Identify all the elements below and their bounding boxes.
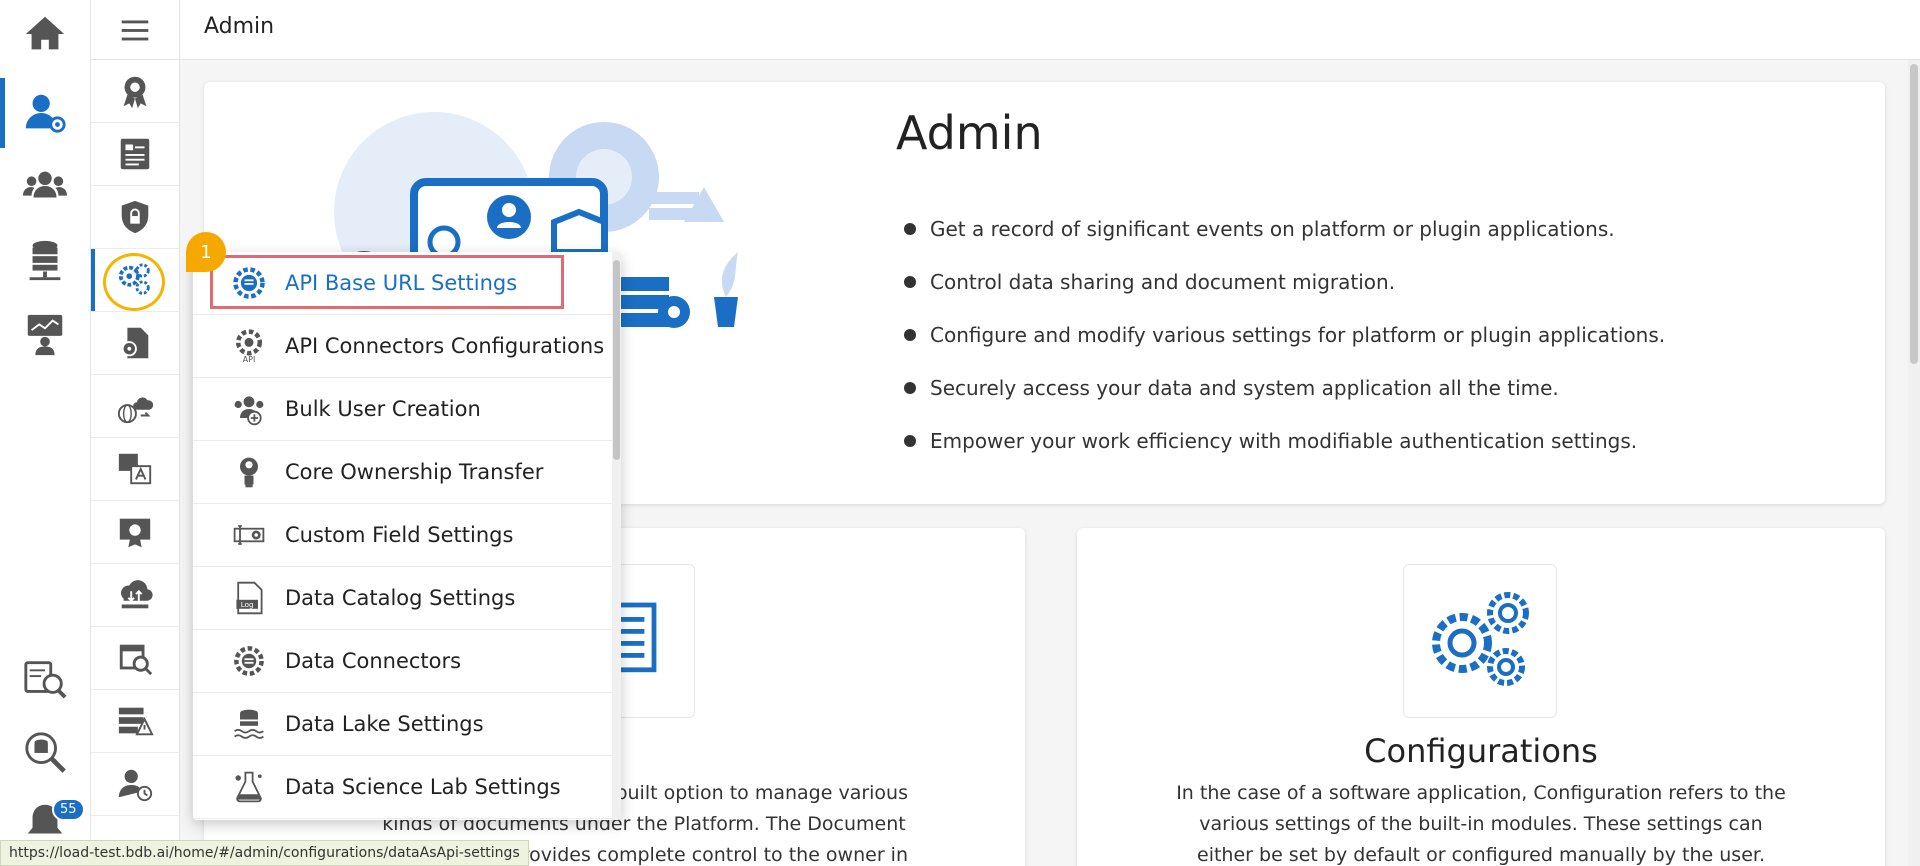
user-history-icon [118, 769, 153, 802]
certificate-icon [119, 518, 151, 548]
hero-title: Admin [896, 106, 1043, 160]
sub-nav-item-9[interactable] [91, 564, 179, 627]
menu-item-label: Data Catalog Settings [285, 586, 516, 610]
menu-item-label: Data Lake Settings [285, 712, 484, 736]
nav-db-search[interactable] [0, 720, 90, 784]
sub-nav-item-10[interactable] [91, 627, 179, 690]
menu-item-api-connectors-configurations[interactable]: API API Connectors Configurations [193, 315, 613, 378]
menu-item-data-science-lab-settings[interactable]: Data Science Lab Settings [193, 756, 613, 819]
menu-item-api-base-url-settings[interactable]: API Base URL Settings [193, 252, 613, 315]
main-scrollbar[interactable] [1908, 60, 1920, 866]
menu-item-data-connectors[interactable]: Data Connectors [193, 630, 613, 693]
db-search-icon [25, 732, 66, 773]
science-lab-icon [227, 765, 271, 809]
sub-nav-item-5[interactable] [91, 312, 179, 375]
hero-bullet: Empower your work efficiency with modifi… [904, 414, 1665, 467]
dropdown-scrollbar[interactable] [612, 252, 621, 820]
data-lake-icon [227, 702, 271, 746]
configurations-card-description: In the case of a software application, C… [1176, 782, 1786, 866]
sub-nav-item-configurations[interactable] [91, 249, 179, 312]
configurations-card[interactable]: Configurations In the case of a software… [1077, 528, 1885, 866]
ownership-icon [227, 450, 271, 494]
users-add-icon [227, 387, 271, 431]
status-url-bar: https://load-test.bdb.ai/home/#/admin/co… [0, 840, 529, 866]
step-marker: 1 [186, 232, 226, 272]
nav-admin[interactable] [0, 78, 90, 148]
hero-bullet: Control data sharing and document migrat… [904, 255, 1665, 308]
page-title: Admin [204, 14, 275, 39]
nav-data-search[interactable] [0, 646, 90, 710]
primary-nav-rail: 55 [0, 0, 90, 866]
configurations-dropdown-menu: API Base URL Settings API API Connectors… [193, 252, 621, 820]
database-icon [29, 240, 61, 281]
globe-cloud-icon [117, 397, 154, 424]
notification-count-badge: 55 [52, 798, 85, 821]
main-scrollbar-thumb[interactable] [1910, 64, 1918, 364]
nav-database[interactable] [0, 228, 90, 292]
api-gear-icon: API [227, 324, 271, 368]
nav-presentation[interactable] [0, 302, 90, 366]
hero-bullet: Get a record of significant events on pl… [904, 202, 1665, 255]
sub-nav-item-7[interactable] [91, 438, 179, 501]
menu-item-label: Core Ownership Transfer [285, 460, 544, 484]
sub-nav-item-6[interactable] [91, 375, 179, 438]
sub-nav-item-12[interactable] [91, 753, 179, 816]
hero-bullet: Securely access your data and system app… [904, 361, 1665, 414]
sub-nav-item-11[interactable] [91, 690, 179, 753]
menu-item-data-lake-settings[interactable]: Data Lake Settings [193, 693, 613, 756]
configurations-card-icon-box [1403, 564, 1557, 718]
presentation-icon [27, 314, 63, 356]
user-settings-icon [25, 94, 66, 133]
menu-item-bulk-user-creation[interactable]: Bulk User Creation [193, 378, 613, 441]
hamburger-menu-button[interactable] [91, 0, 179, 60]
svg-text:API: API [243, 354, 256, 364]
shield-lock-icon [121, 200, 149, 234]
users-group-icon [22, 171, 68, 198]
gear-db-icon [227, 639, 271, 683]
sub-nav-item-2[interactable] [91, 123, 179, 186]
custom-field-icon [227, 513, 271, 557]
menu-item-custom-field-settings[interactable]: Custom Field Settings [193, 504, 613, 567]
sub-nav-item-1[interactable] [91, 60, 179, 123]
hero-bullet-list: Get a record of significant events on pl… [904, 202, 1665, 467]
badge-gear-icon [123, 76, 147, 109]
calendar-search-icon [119, 644, 153, 676]
sub-nav-item-3[interactable] [91, 186, 179, 249]
menu-item-label: API Connectors Configurations [285, 334, 605, 358]
cloud-transfer-icon [120, 580, 153, 609]
admin-sub-nav [90, 0, 180, 866]
configurations-card-title: Configurations [1364, 732, 1598, 770]
invoice-icon [120, 138, 150, 170]
server-warning-icon [118, 707, 154, 736]
menu-item-label: Bulk User Creation [285, 397, 481, 421]
hamburger-icon [121, 20, 149, 40]
translate-icon [118, 453, 152, 485]
menu-item-label: Data Connectors [285, 649, 462, 673]
svg-text:Log: Log [241, 600, 254, 609]
file-gear-icon [121, 327, 149, 359]
menu-item-label: Custom Field Settings [285, 523, 514, 547]
home-icon [25, 16, 65, 50]
gears-large-icon [1432, 592, 1529, 686]
selection-highlight [210, 255, 564, 309]
log-file-icon: Log [227, 576, 271, 620]
top-header: Admin [180, 0, 1920, 60]
nav-home[interactable] [0, 2, 90, 66]
menu-item-label: Data Science Lab Settings [285, 775, 561, 799]
hero-bullet: Configure and modify various settings fo… [904, 308, 1665, 361]
data-search-icon [24, 661, 67, 699]
dropdown-scrollbar-thumb[interactable] [613, 260, 620, 460]
nav-users[interactable] [0, 154, 90, 218]
step-highlight-ring [103, 253, 165, 311]
sub-nav-item-8[interactable] [91, 501, 179, 564]
menu-item-core-ownership-transfer[interactable]: Core Ownership Transfer [193, 441, 613, 504]
menu-item-data-catalog-settings[interactable]: Log Data Catalog Settings [193, 567, 613, 630]
